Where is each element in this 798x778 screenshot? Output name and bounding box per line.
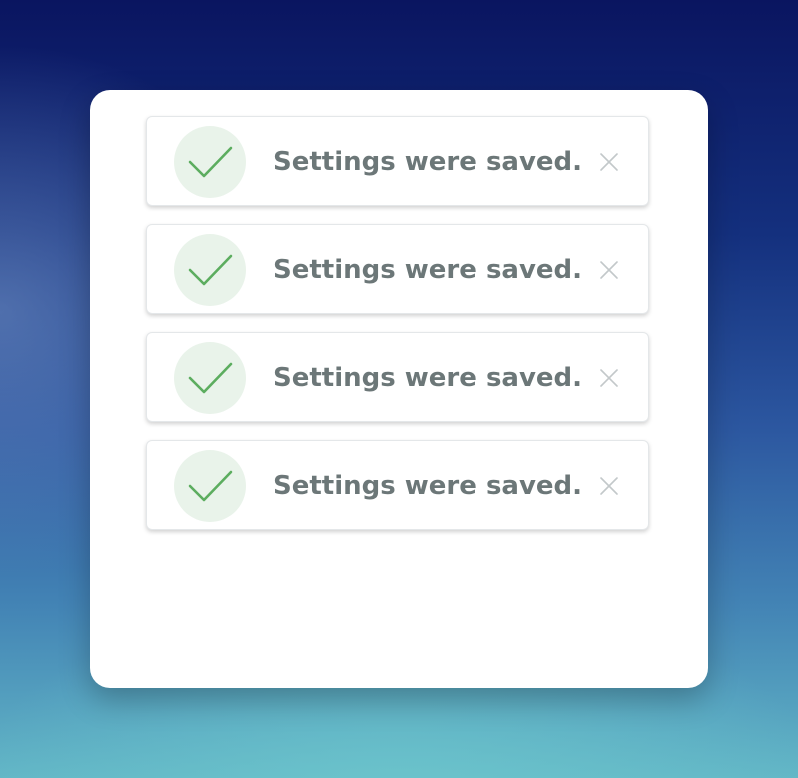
close-icon[interactable]	[597, 474, 621, 498]
close-icon[interactable]	[597, 150, 621, 174]
toast-notification: Settings were saved.	[146, 440, 649, 530]
success-check-icon	[174, 126, 246, 198]
toast-message: Settings were saved.	[273, 255, 583, 285]
toast-list: Settings were saved. Settings were saved…	[146, 116, 649, 548]
success-check-icon	[174, 450, 246, 522]
close-icon[interactable]	[597, 258, 621, 282]
toast-message: Settings were saved.	[273, 363, 583, 393]
toast-message: Settings were saved.	[273, 471, 583, 501]
success-check-icon	[174, 234, 246, 306]
success-check-icon	[174, 342, 246, 414]
toast-notification: Settings were saved.	[146, 116, 649, 206]
toast-message: Settings were saved.	[273, 147, 583, 177]
close-icon[interactable]	[597, 366, 621, 390]
toast-notification: Settings were saved.	[146, 224, 649, 314]
notifications-panel: Settings were saved. Settings were saved…	[90, 90, 708, 688]
toast-notification: Settings were saved.	[146, 332, 649, 422]
